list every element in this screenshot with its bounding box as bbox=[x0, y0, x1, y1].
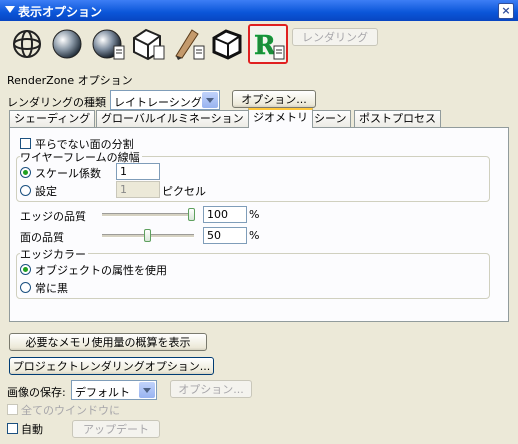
tab-shading[interactable]: シェーディング bbox=[9, 110, 96, 127]
face-quality-slider[interactable] bbox=[144, 229, 151, 242]
tab-scene[interactable]: シーン bbox=[309, 110, 352, 127]
face-percent-label: % bbox=[249, 229, 260, 242]
save-options-button[interactable]: オプション... bbox=[170, 380, 252, 398]
always-black-radio[interactable] bbox=[20, 282, 31, 293]
scale-factor-label: スケール係数 bbox=[35, 167, 101, 180]
scale-factor-radio[interactable] bbox=[20, 167, 31, 178]
set-width-label: 設定 bbox=[35, 185, 57, 198]
split-nonplanar-checkbox[interactable] bbox=[20, 138, 31, 149]
all-windows-label: 全てのウインドウに bbox=[21, 404, 120, 417]
auto-checkbox[interactable] bbox=[7, 423, 18, 434]
title-bar: 表示オプション × bbox=[0, 0, 518, 21]
svg-text:R: R bbox=[254, 31, 276, 61]
box-render-icon[interactable] bbox=[210, 26, 246, 62]
save-image-value: デフォルト bbox=[75, 386, 130, 399]
edge-quality-label: エッジの品質 bbox=[20, 210, 86, 223]
pencil-icon[interactable] bbox=[170, 26, 206, 62]
pixel-unit-label: ピクセル bbox=[162, 185, 206, 198]
window-title: 表示オプション bbox=[18, 5, 103, 19]
use-object-attr-label: オブジェクトの属性を使用 bbox=[35, 264, 167, 277]
render-type-label: レンダリングの種類 bbox=[7, 96, 106, 109]
edge-quality-track bbox=[102, 213, 194, 217]
save-image-label: 画像の保存: bbox=[7, 386, 66, 399]
chevron-down-icon[interactable] bbox=[202, 92, 218, 108]
menu-triangle-icon[interactable] bbox=[5, 6, 15, 13]
tab-global-illumination[interactable]: グローバルイルミネーション bbox=[96, 110, 249, 127]
render-type-value: レイトレーシング bbox=[114, 96, 202, 109]
render-type-select[interactable]: レイトレーシング bbox=[110, 90, 220, 110]
all-windows-checkbox[interactable] bbox=[7, 404, 18, 415]
rendered-sphere-icon[interactable] bbox=[90, 26, 126, 62]
edge-color-group-label: エッジカラー bbox=[20, 246, 88, 262]
auto-label: 自動 bbox=[21, 423, 43, 436]
shaded-sphere-icon[interactable] bbox=[50, 26, 86, 62]
edge-quality-input[interactable]: 100 bbox=[203, 206, 247, 223]
render-options-button[interactable]: オプション... bbox=[232, 90, 316, 108]
tab-post-process[interactable]: ポストプロセス bbox=[354, 110, 441, 127]
save-image-select[interactable]: デフォルト bbox=[71, 380, 157, 400]
renderzone-options-title: RenderZone オプション bbox=[7, 74, 133, 87]
tab-geometry[interactable]: ジオメトリ bbox=[248, 108, 313, 128]
renderzone-icon[interactable]: R bbox=[248, 24, 288, 64]
update-button[interactable]: アップデート bbox=[72, 420, 160, 438]
always-black-label: 常に黒 bbox=[35, 282, 68, 295]
scale-factor-input[interactable]: 1 bbox=[116, 163, 160, 180]
edge-quality-slider[interactable] bbox=[188, 208, 195, 221]
project-render-options-button[interactable]: プロジェクトレンダリングオプション... bbox=[9, 357, 214, 375]
display-options-window: 表示オプション × R レンダリング RenderZone オプション レンダリ… bbox=[0, 0, 518, 444]
close-button[interactable]: × bbox=[498, 3, 514, 19]
face-quality-label: 面の品質 bbox=[20, 231, 64, 244]
hidden-line-icon[interactable] bbox=[130, 26, 166, 62]
chevron-down-icon[interactable] bbox=[139, 382, 155, 398]
use-object-attr-radio[interactable] bbox=[20, 264, 31, 275]
memory-estimate-button[interactable]: 必要なメモリ使用量の概算を表示 bbox=[9, 333, 207, 351]
set-width-radio[interactable] bbox=[20, 185, 31, 196]
pixel-width-input[interactable]: 1 bbox=[116, 181, 160, 198]
render-button[interactable]: レンダリング bbox=[292, 28, 378, 46]
wireframe-render-icon[interactable] bbox=[10, 26, 46, 62]
edge-percent-label: % bbox=[249, 208, 260, 221]
face-quality-input[interactable]: 50 bbox=[203, 227, 247, 244]
